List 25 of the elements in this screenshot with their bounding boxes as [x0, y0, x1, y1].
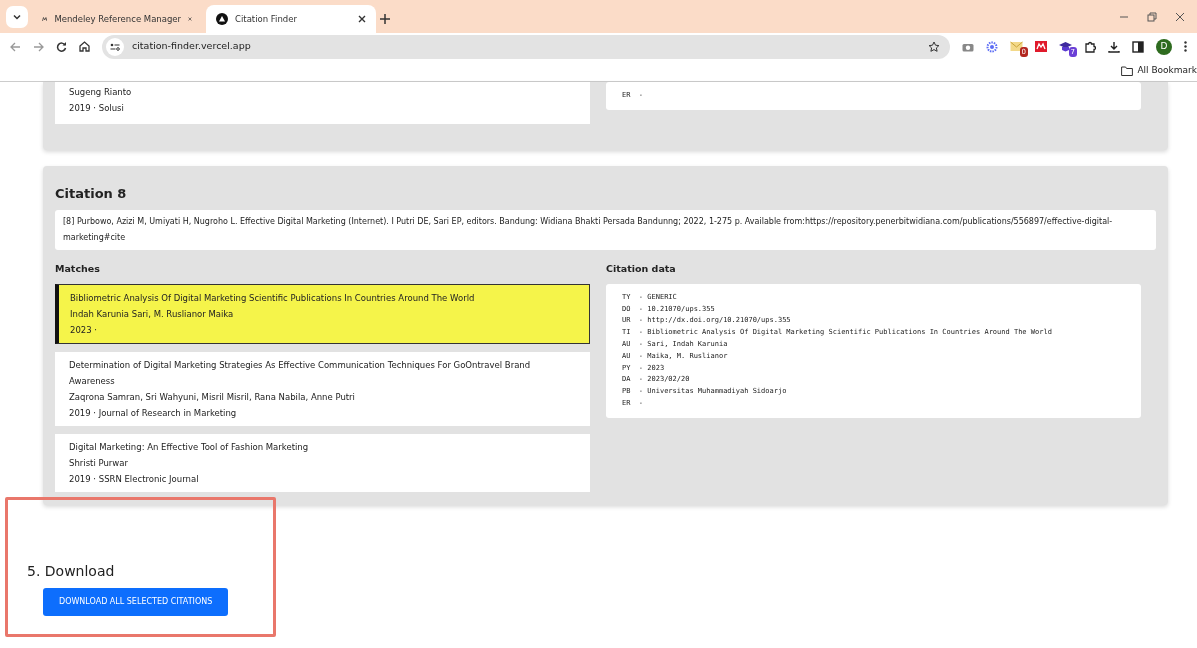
- bookmarks-folder[interactable]: All Bookmark: [1121, 63, 1197, 78]
- match-item[interactable]: Bibliometric Analysis Of Digital Marketing Scientific Publications In Countries Around The World Indah Karunia Sari, M. Ruslianor Maika 2023 ·: [55, 283, 590, 344]
- match-meta: 2023 ·: [70, 323, 99, 337]
- match-title: Digital Marketing: An Effective Tool of Fashion Marketing: [69, 440, 310, 454]
- profile-avatar[interactable]: D: [1156, 38, 1172, 55]
- match-authors: Zaqrona Samran, Sri Wahyuni, Misril Misril, Rana Nabila, Anne Putri: [69, 390, 356, 404]
- match-item[interactable]: Digital Marketing: An Effective Tool of Fashion Marketing Shristi Purwar 2019 · SSRN Electronic Journal: [55, 433, 590, 492]
- match-authors: Indah Karunia Sari, M. Ruslianor Maika: [70, 307, 235, 321]
- match-title: Determination of Digital Marketing Strategies As Effective Communication Techniques For GoOntravel Brand Awareness: [69, 358, 532, 388]
- section-label: Citation data: [606, 261, 677, 276]
- match-meta: 2019 · Journal of Research in Marketing: [69, 406, 238, 420]
- citation-heading: Citation 8: [55, 185, 128, 203]
- match-authors: Sugeng Rianto: [69, 86, 133, 99]
- browser-tab[interactable]: Citation Finder: [206, 5, 376, 33]
- download-button[interactable]: DOWNLOAD ALL SELECTED CITATIONS: [43, 587, 229, 616]
- address-bar[interactable]: citation-finder.vercel.app: [102, 34, 950, 59]
- section-label: Matches: [55, 261, 101, 276]
- section-heading: 5. Download: [27, 561, 116, 581]
- match-title: Bibliometric Analysis Of Digital Marketing Scientific Publications In Countries Around The World: [70, 291, 476, 305]
- browser-tab[interactable]: Mendeley Reference Manager: [32, 5, 202, 33]
- match-meta: 2019 · Solusi: [69, 102, 125, 115]
- match-authors: Shristi Purwar: [69, 456, 129, 470]
- match-item[interactable]: Sugeng Rianto 2019 · Solusi: [55, 82, 590, 124]
- citation-text: [8] Purbowo, Azizi M, Umiyati H, Nugroho L. Effective Digital Marketing (Internet). I Putri DE, Sari EP, editors. Bandung: Widiana Bhakti Persada Bandunng; 2022, 1-275 p. Available from:https://repository.penerbitwidiana.com/publications/556897/effective-digital- marketing#cite: [55, 209, 1156, 250]
- match-meta: 2019 · SSRN Electronic Journal: [69, 472, 200, 486]
